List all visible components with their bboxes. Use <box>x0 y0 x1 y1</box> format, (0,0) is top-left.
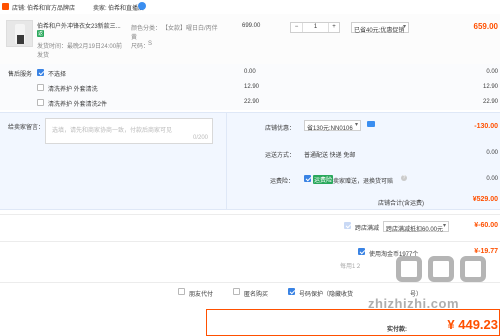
coins-checkbox[interactable] <box>358 248 365 255</box>
friend-pay-checkbox[interactable] <box>178 288 185 295</box>
unit-price: 699.00 <box>242 23 261 29</box>
store-total-amount: ¥529.00 <box>472 196 498 203</box>
seller-label: 卖家: <box>93 6 107 12</box>
item-title-link[interactable]: 伯希和户外冲锋衣女23新款三... <box>37 21 121 30</box>
coupon-select[interactable]: 省130元:NN0106 <box>304 120 361 132</box>
friend-pay-label: 朋友代付 <box>189 292 214 298</box>
cross-store-select[interactable]: 跨店满减抵扣60.00元 <box>383 221 449 233</box>
after-sales-option-none-price: 0.00 <box>244 69 256 75</box>
promo-select[interactable]: 已省40元:优惠促销 <box>351 22 409 34</box>
after-sales-option-wash1-total: 12.90 <box>482 84 498 90</box>
after-sales-option-wash2-price: 22.90 <box>244 99 260 105</box>
cross-store-amount: ¥-60.00 <box>474 222 498 229</box>
insurance-checkbox[interactable] <box>304 175 311 182</box>
size-value: S <box>148 41 153 47</box>
shop-extra-section: 给卖家留言： 选填，请先和商家协商一致，付款后商家可见 0/200 店铺优惠： … <box>0 112 500 210</box>
after-sales-option-wash2-total: 22.90 <box>482 99 498 105</box>
after-sales-option-none-total: 0.00 <box>486 69 498 75</box>
coupon-label: 店铺优惠： <box>265 126 296 132</box>
coins-sub: 每用1２ <box>340 264 362 270</box>
anonymous-buy-label: 匿名购买 <box>244 292 269 298</box>
insurance-amount: 0.00 <box>486 176 498 182</box>
store-name-link[interactable]: 伯希和官方品牌店 <box>27 3 75 12</box>
message-placeholder: 选填，请先和商家协商一致，付款后商家可见 <box>52 128 173 134</box>
anonymous-buy-checkbox[interactable] <box>233 288 240 295</box>
item-badge: 返 <box>37 30 45 37</box>
delivery-value: 普通配送 快递 免邮 <box>304 153 356 159</box>
divider <box>0 214 500 215</box>
pay-box: 实付款: ¥ 449.23 <box>206 309 500 336</box>
insurance-text: 卖家赠送，退换货可赔 <box>333 179 394 185</box>
help-icon[interactable]: ? <box>401 175 407 181</box>
divider <box>0 241 500 242</box>
item-subtotal: 659.00 <box>473 22 498 31</box>
vertical-divider <box>226 113 227 209</box>
size-label: 尺码： <box>131 44 150 50</box>
after-sales-option-wash2-checkbox[interactable] <box>37 99 44 106</box>
qty-minus-button[interactable]: − <box>291 23 303 32</box>
cross-store-value: 跨店满减抵扣60.00元 <box>386 227 444 233</box>
cross-store-checkbox[interactable] <box>344 222 351 229</box>
number-protect-checkbox[interactable] <box>288 288 295 295</box>
pay-amount: ¥ 449.23 <box>447 317 498 332</box>
insurance-label: 运费险： <box>270 179 295 185</box>
coupon-amount: -130.00 <box>474 123 498 130</box>
after-sales-option-none-checkbox[interactable] <box>37 69 44 76</box>
color-label: 颜色分类： <box>131 26 162 32</box>
after-sales-option-none-label: 不选择 <box>48 72 67 78</box>
store-icon <box>2 3 9 10</box>
shipping-time: 最晚2月19日24:00前 <box>67 44 123 50</box>
after-sales-option-wash1-checkbox[interactable] <box>37 84 44 91</box>
chat-icon[interactable] <box>138 2 146 10</box>
after-sales-option-wash1-label: 清洗养护 外套清洗 <box>48 87 98 93</box>
pay-label: 实付款: <box>387 327 407 333</box>
after-sales-option-wash2-label: 清洗养护 外套清洗2件 <box>48 102 108 108</box>
item-thumbnail[interactable] <box>6 20 33 47</box>
cross-store-row: 跨店满减 跨店满减抵扣60.00元 ¥-60.00 <box>0 216 500 236</box>
delivery-amount: 0.00 <box>486 150 498 156</box>
insurance-tag: 运费险 <box>313 175 334 184</box>
number-protect-label: 号码保护（隐藏收货 <box>299 292 354 298</box>
color-value-2: 黄 <box>131 35 138 41</box>
after-sales-label: 售后服务 <box>8 72 33 78</box>
coupon-chat-icon[interactable] <box>367 121 375 127</box>
shipping-time-2: 发货 <box>37 53 50 59</box>
qty-input[interactable]: 1 <box>303 23 328 32</box>
message-label: 给卖家留言： <box>8 125 45 131</box>
divider <box>0 282 500 283</box>
quantity-stepper: − 1 + <box>290 22 340 33</box>
delivery-label: 运送方式： <box>265 153 296 159</box>
color-value: 【女款】曜日白/丙伴 <box>162 26 218 32</box>
store-header: 店铺: 伯希和官方品牌店 卖家: 伯希和直播店 <box>0 0 500 14</box>
item-row: 伯希和户外冲锋衣女23新款三... 返 发货时间： 最晚2月19日24:00前 … <box>0 14 500 64</box>
after-sales-option-wash1-price: 12.90 <box>244 84 260 90</box>
promo-value: 已省40元:优惠促销 <box>354 28 405 34</box>
after-sales-section: 售后服务 不选择 0.00 0.00 清洗养护 外套清洗 12.90 12.90… <box>0 64 500 110</box>
shipping-time-label: 发货时间： <box>37 44 68 50</box>
message-counter: 0/200 <box>192 135 208 141</box>
qty-plus-button[interactable]: + <box>328 23 339 32</box>
store-label: 店铺: <box>12 6 26 12</box>
message-textarea[interactable]: 选填，请先和商家协商一致，付款后商家可见 0/200 <box>45 118 213 144</box>
store-total-label: 店铺合计(含运费) <box>378 201 424 207</box>
coupon-value: 省130元:NN0106 <box>307 126 353 132</box>
cross-store-label: 跨店满减 <box>355 226 380 232</box>
